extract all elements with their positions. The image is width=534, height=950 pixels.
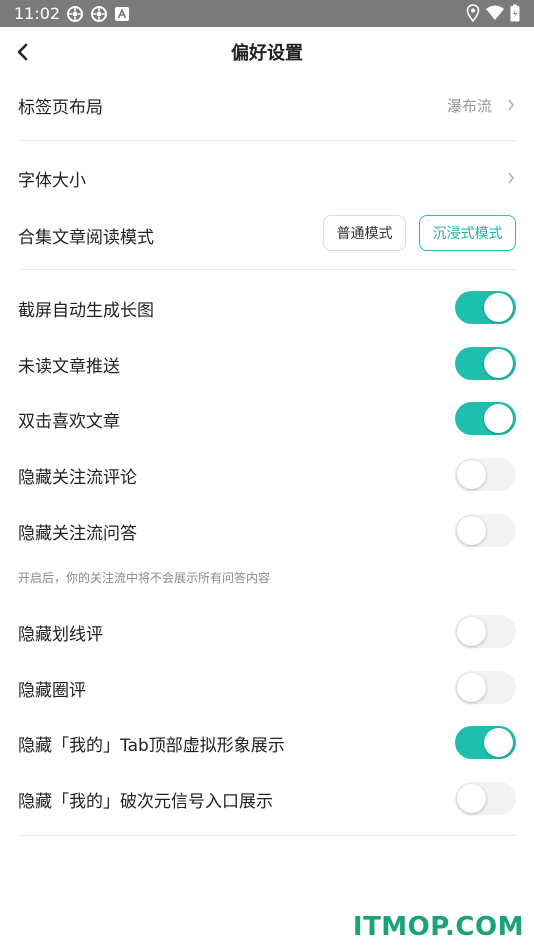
font-size-row[interactable]: 字体大小 <box>18 160 516 196</box>
app-notification-icon <box>67 6 83 22</box>
tab-layout-row[interactable]: 标签页布局 瀑布流 <box>18 87 516 123</box>
toggle-label: 隐藏关注流评论 <box>18 468 137 488</box>
toggle-row-unread-push: 未读文章推送 <box>18 347 516 380</box>
toggle-knob <box>457 516 486 545</box>
screenshot-long-image-toggle[interactable] <box>455 291 516 324</box>
toggle-row-hide-circle-comments: 隐藏圈评 <box>18 671 516 704</box>
wifi-icon <box>486 5 504 20</box>
location-icon <box>466 4 480 22</box>
collection-read-mode-label: 合集文章阅读模式 <box>18 228 154 248</box>
toggle-knob <box>457 784 486 813</box>
unread-push-toggle[interactable] <box>455 347 516 380</box>
app-header: 偏好设置 <box>0 27 534 77</box>
normal-mode-button[interactable]: 普通模式 <box>323 215 406 251</box>
toggle-knob <box>457 673 486 702</box>
tab-layout-value: 瀑布流 <box>446 97 492 115</box>
hide-signal-entry-toggle[interactable] <box>455 782 516 815</box>
font-app-icon <box>115 7 129 21</box>
hide-circle-comments-toggle[interactable] <box>455 671 516 704</box>
toggle-knob <box>457 617 486 646</box>
toggle-knob <box>484 404 513 433</box>
toggle-label: 截屏自动生成长图 <box>18 301 154 321</box>
tab-layout-label: 标签页布局 <box>18 98 103 118</box>
toggle-knob <box>484 728 513 757</box>
battery-icon <box>510 4 520 22</box>
toggle-label: 隐藏关注流问答 <box>18 524 137 544</box>
status-time: 11:02 <box>14 4 61 23</box>
toggle-row-double-tap-like: 双击喜欢文章 <box>18 402 516 435</box>
toggle-row-hide-follow-comments: 隐藏关注流评论 <box>18 458 516 491</box>
toggle-label: 未读文章推送 <box>18 357 120 377</box>
chevron-right-icon <box>508 99 515 111</box>
hide-qa-hint: 开启后，你的关注流中将不会展示所有问答内容 <box>18 571 271 585</box>
toggle-label: 隐藏「我的」Tab顶部虚拟形象展示 <box>18 736 285 756</box>
toggle-label: 隐藏划线评 <box>18 625 103 645</box>
toggle-row-hide-signal-entry: 隐藏「我的」破次元信号入口展示 <box>18 782 516 815</box>
toggle-row-hide-underline-comments: 隐藏划线评 <box>18 615 516 648</box>
hide-avatar-display-toggle[interactable] <box>455 726 516 759</box>
toggle-knob <box>484 293 513 322</box>
hide-underline-comments-toggle[interactable] <box>455 615 516 648</box>
toggle-label: 隐藏圈评 <box>18 681 86 701</box>
divider <box>18 140 516 141</box>
divider <box>18 835 516 836</box>
toggle-label: 隐藏「我的」破次元信号入口展示 <box>18 792 273 812</box>
app-notification-icon <box>91 6 107 22</box>
watermark-logo: ITMOP.COM <box>352 912 524 942</box>
toggle-row-hide-avatar-display: 隐藏「我的」Tab顶部虚拟形象展示 <box>18 726 516 759</box>
font-size-label: 字体大小 <box>18 171 86 191</box>
hide-follow-qa-toggle[interactable] <box>455 514 516 547</box>
toggle-row-screenshot-long-image: 截屏自动生成长图 <box>18 291 516 324</box>
toggle-row-hide-follow-qa: 隐藏关注流问答 <box>18 514 516 547</box>
toggle-label: 双击喜欢文章 <box>18 412 120 432</box>
divider <box>18 269 516 270</box>
hide-follow-comments-toggle[interactable] <box>455 458 516 491</box>
double-tap-like-toggle[interactable] <box>455 402 516 435</box>
chevron-right-icon <box>508 172 515 184</box>
toggle-knob <box>457 460 486 489</box>
page-title: 偏好设置 <box>231 43 303 64</box>
collection-read-mode-row: 合集文章阅读模式 普通模式 沉浸式模式 <box>18 215 516 253</box>
immersive-mode-button[interactable]: 沉浸式模式 <box>419 215 516 251</box>
toggle-knob <box>484 349 513 378</box>
status-bar: 11:02 <box>0 0 534 27</box>
